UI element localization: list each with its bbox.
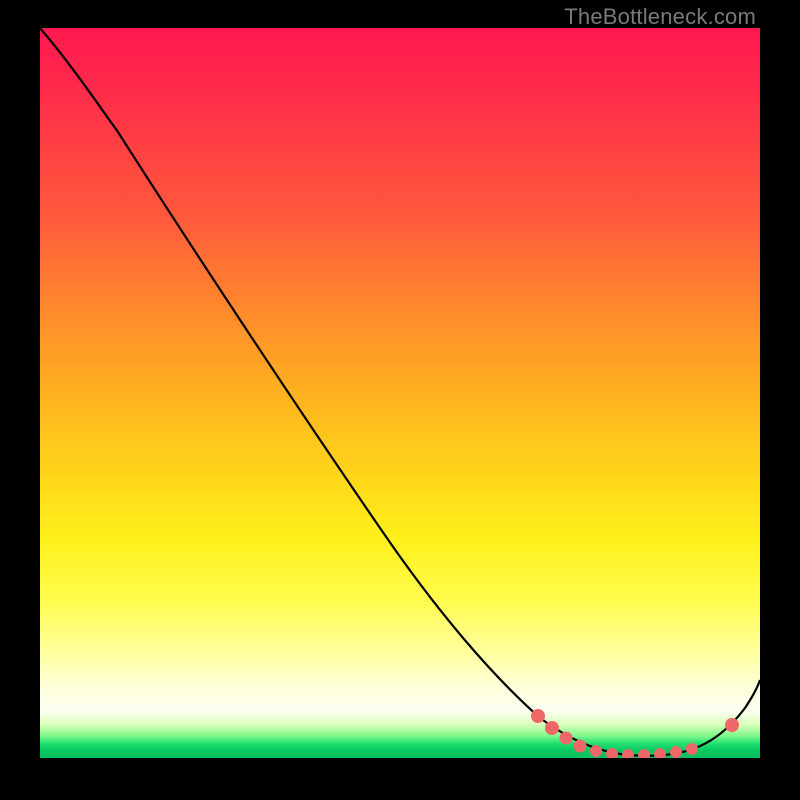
dot [545,721,559,735]
attribution-text: TheBottleneck.com [564,4,756,30]
dot [654,748,666,758]
dot [590,745,602,757]
dot [638,749,650,758]
highlight-dots [531,709,739,758]
dot [531,709,545,723]
dot [670,746,682,758]
dot [574,740,587,753]
dot [606,748,618,758]
dot [725,718,739,732]
dot [560,732,573,745]
bottleneck-curve-svg [40,28,760,758]
bottleneck-curve [40,28,760,756]
dot [622,749,634,758]
chart-area [40,28,760,758]
dot [686,743,698,755]
